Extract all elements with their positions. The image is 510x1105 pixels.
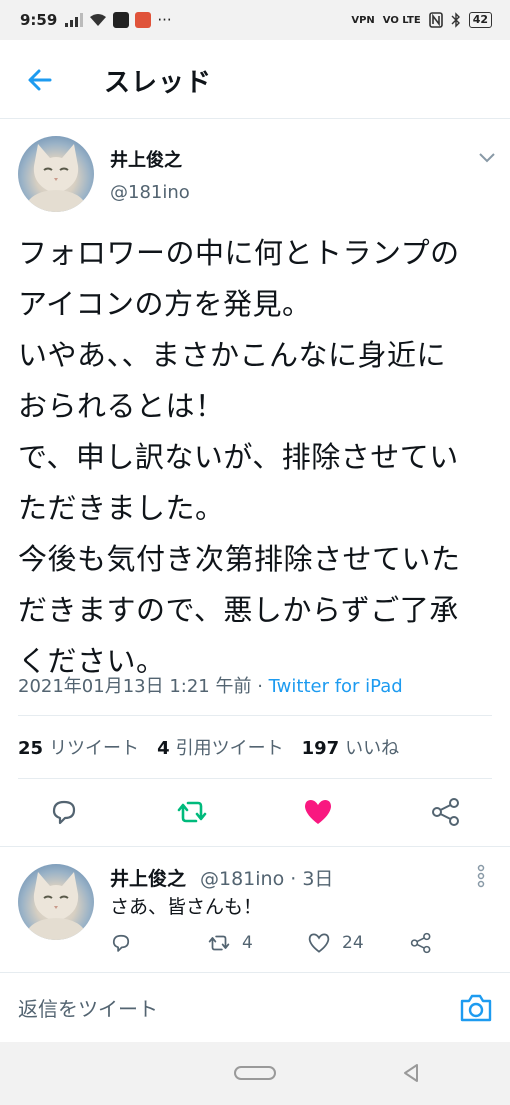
heart-icon [308, 933, 330, 953]
share-icon [432, 798, 459, 826]
reply-like-count: 24 [342, 933, 364, 953]
reply-reply-button[interactable] [108, 930, 134, 956]
red-app-icon [135, 12, 152, 28]
quotes-label: 引用ツイート [175, 738, 284, 759]
tweet-meta: 2021年01月13日 1:21 午前 · Twitter for iPad [18, 672, 403, 698]
heart-filled-icon [305, 800, 331, 824]
chevron-down-icon [479, 153, 495, 163]
reply-compose-input[interactable]: 返信をツイート [18, 993, 158, 1022]
reply-text: さあ、皆さんも！ [110, 896, 263, 918]
divider [18, 715, 492, 716]
likes-stat[interactable]: 197 いいね [302, 734, 400, 760]
bluetooth-icon [451, 12, 460, 28]
like-button[interactable] [300, 794, 336, 830]
share-button[interactable] [428, 794, 464, 830]
retweet-icon [177, 801, 207, 823]
camera-icon [460, 994, 492, 1022]
quotes-count: 4 [157, 738, 170, 759]
author-avatar[interactable] [18, 136, 94, 212]
reply-share-button[interactable] [408, 930, 434, 956]
status-left-icons: ··· [65, 11, 172, 29]
reply-author-name[interactable]: 井上俊之 [110, 864, 186, 891]
tweet-source-link[interactable]: Twitter for iPad [269, 676, 403, 697]
author-handle[interactable]: @181ino [110, 182, 190, 203]
meta-separator: · [251, 676, 269, 697]
likes-label: いいね [345, 738, 400, 759]
divider [0, 846, 510, 847]
quotes-stat[interactable]: 4 引用ツイート [157, 734, 284, 760]
tweet-menu-button[interactable] [476, 146, 498, 168]
reply-retweet-button[interactable]: 4 [206, 930, 253, 956]
cat-avatar-image [26, 144, 86, 212]
more-notifications: ··· [157, 11, 172, 29]
reply-menu-button[interactable] [472, 862, 490, 890]
vpn-icon: VPN [351, 14, 375, 26]
thread-header: スレッド [0, 40, 510, 119]
signal-icon [65, 13, 84, 27]
volte-icon: VO LTE [382, 14, 421, 26]
wifi-icon [90, 14, 107, 26]
cat-avatar-image [26, 872, 86, 940]
reply-author-handle[interactable]: @181ino · 3日 [200, 864, 333, 891]
reply-author-avatar[interactable] [18, 864, 94, 940]
arrow-left-icon [28, 69, 52, 91]
triangle-back-icon [404, 1064, 418, 1082]
tweet-text: フォロワーの中に何とトランプの アイコンの方を発見。 いやあ、、まさかこんなに身… [18, 236, 461, 678]
tweet-stats: 25 リツイート 4 引用ツイート 197 いいね [18, 734, 399, 760]
divider [18, 778, 492, 779]
reply-icon [112, 934, 130, 952]
author-name[interactable]: 井上俊之 [110, 146, 182, 172]
back-button[interactable] [24, 64, 56, 96]
retweet-icon [208, 935, 230, 951]
status-bar: 9:59 ··· VPN VO LTE 42 [0, 0, 510, 40]
reply-retweet-count: 4 [242, 933, 253, 953]
status-right-icons: VPN VO LTE 42 [351, 0, 492, 40]
page-title: スレッド [104, 68, 213, 98]
likes-count: 197 [301, 738, 340, 759]
video-app-icon [113, 12, 130, 28]
tweet-timestamp: 2021年01月13日 1:21 午前 [18, 676, 252, 697]
reply-compose-bar: 返信をツイート [0, 972, 510, 1043]
reply-icon [52, 800, 76, 825]
home-button[interactable] [234, 1066, 276, 1080]
more-vertical-icon [477, 864, 485, 888]
share-icon [410, 932, 431, 954]
system-back-button[interactable] [400, 1062, 422, 1084]
reply-like-button[interactable]: 24 [306, 930, 364, 956]
status-time: 9:59 [20, 11, 58, 29]
camera-button[interactable] [458, 991, 494, 1025]
retweet-button[interactable] [174, 794, 210, 830]
reply-button[interactable] [46, 794, 82, 830]
retweets-count: 25 [18, 738, 44, 759]
retweets-label: リツイート [49, 738, 140, 759]
retweets-stat[interactable]: 25 リツイート [18, 734, 139, 760]
battery-icon: 42 [468, 12, 492, 28]
system-nav-bar [0, 1042, 510, 1105]
nfc-icon [428, 12, 443, 28]
